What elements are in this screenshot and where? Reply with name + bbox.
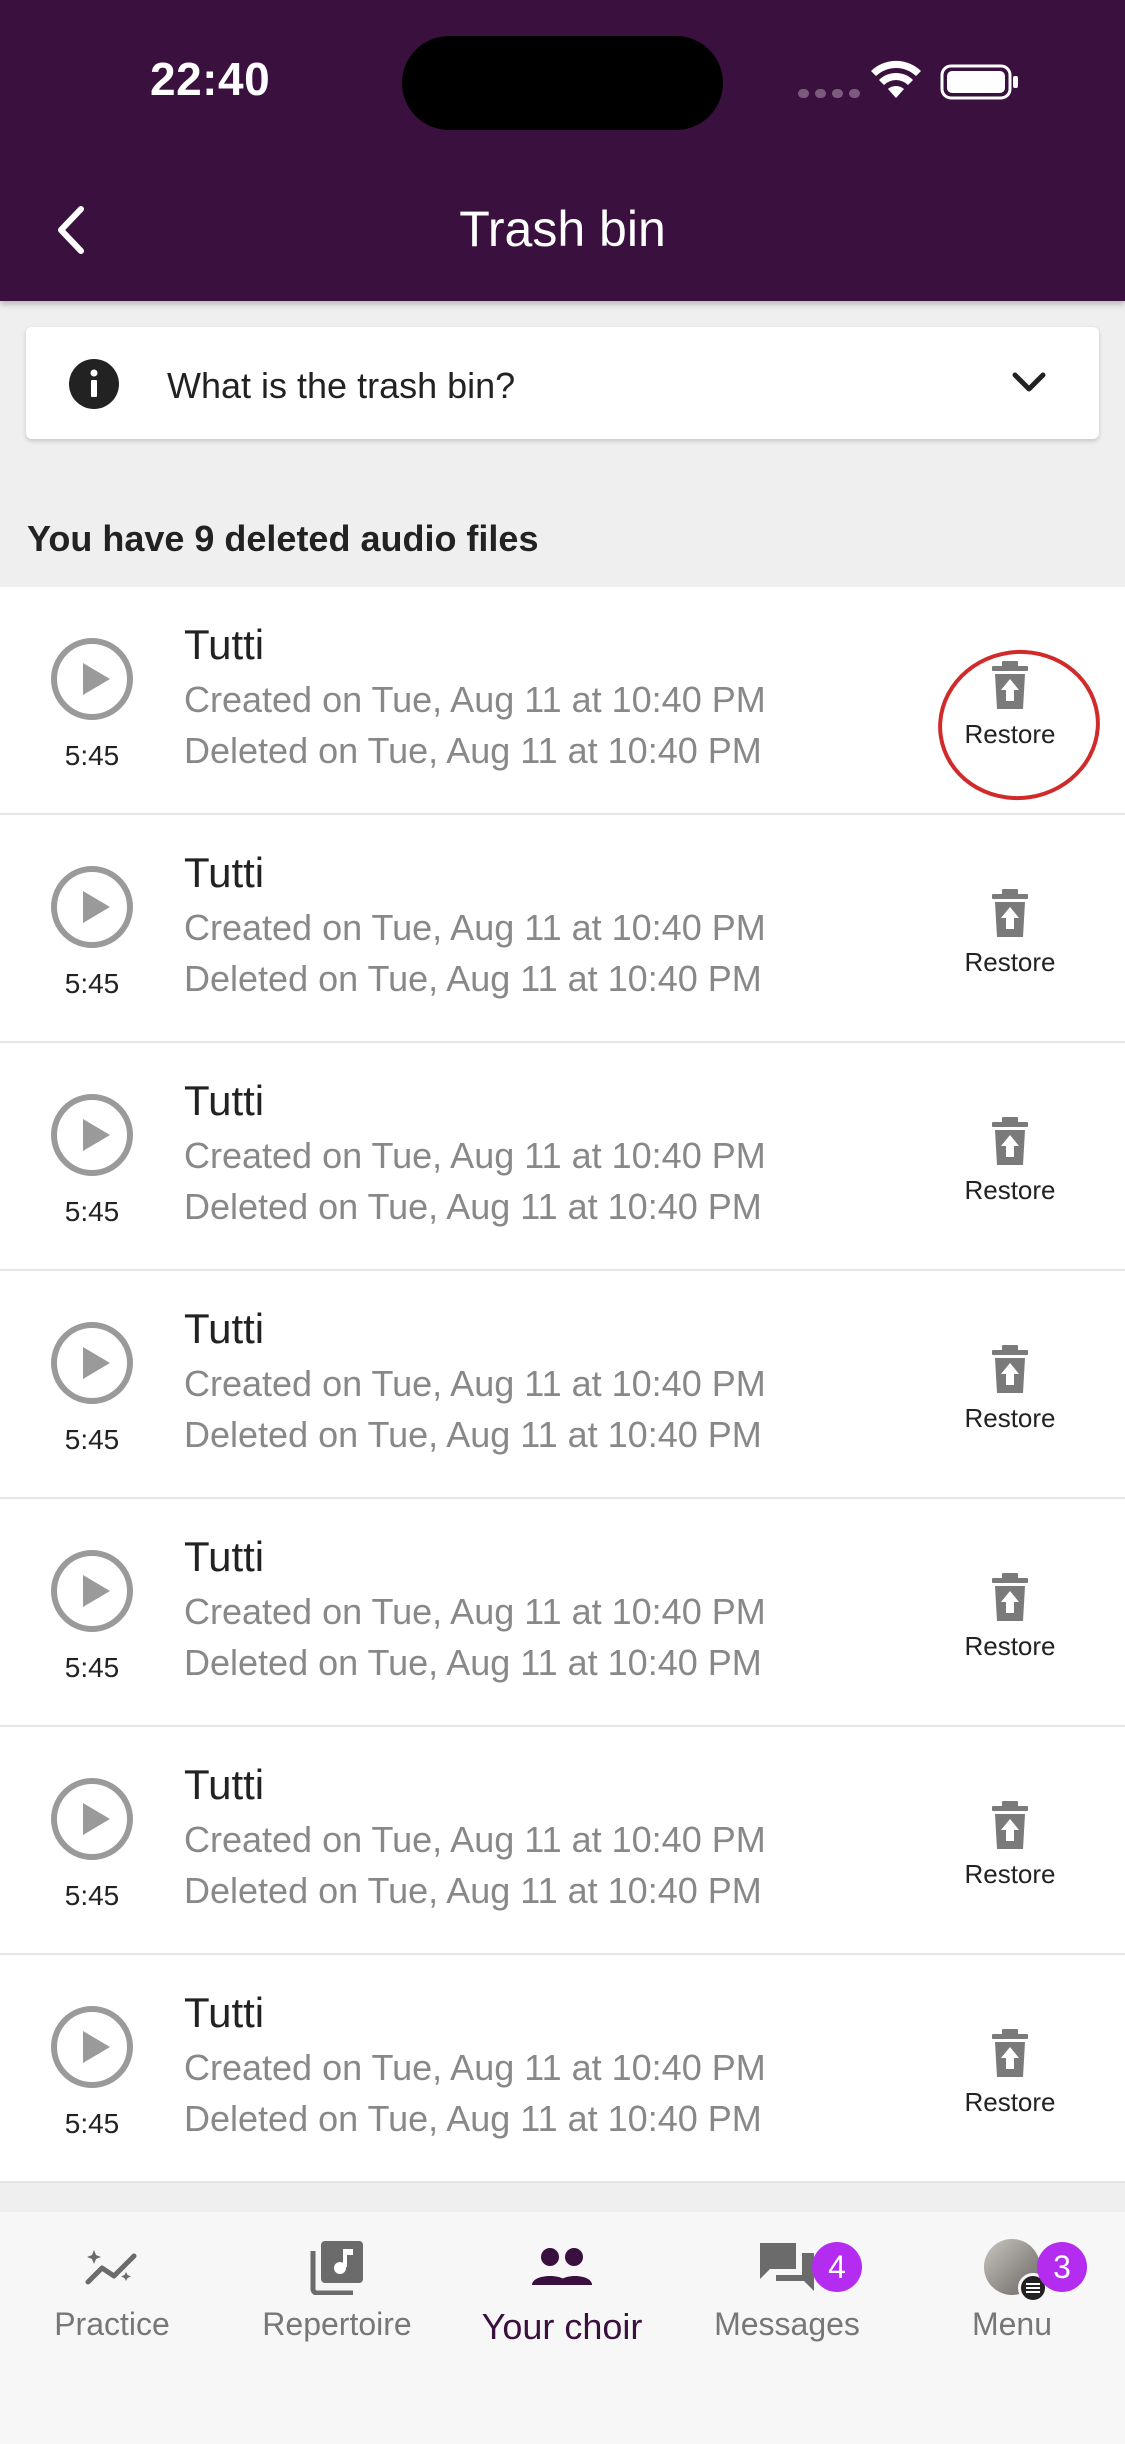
- deleted-date: Deleted on Tue, Aug 11 at 10:40 PM: [184, 2098, 762, 2139]
- restore-from-trash-icon: [992, 1573, 1028, 1621]
- deleted-date: Deleted on Tue, Aug 11 at 10:40 PM: [184, 958, 762, 999]
- file-title: Tutti: [184, 1533, 265, 1580]
- list-item: 5:45 Tutti Created on Tue, Aug 11 at 10:…: [0, 1043, 1125, 1271]
- chat-icon: [760, 2243, 814, 2291]
- restore-from-trash-icon: [992, 889, 1028, 937]
- play-icon[interactable]: [50, 637, 134, 721]
- list-item: 5:45 Tutti Created on Tue, Aug 11 at 10:…: [0, 1955, 1125, 2183]
- messages-badge: 4: [812, 2242, 862, 2292]
- duration: 5:45: [64, 2108, 120, 2139]
- duration: 5:45: [64, 968, 120, 999]
- file-title: Tutti: [184, 1305, 265, 1352]
- cellular-signal-icon: [798, 89, 860, 98]
- list-item: 5:45 Tutti Created on Tue, Aug 11 at 10:…: [0, 587, 1125, 815]
- play-icon[interactable]: [50, 1321, 134, 1405]
- nav-messages[interactable]: 4 Messages: [687, 2232, 887, 2343]
- restore-label: Restore: [964, 1403, 1056, 1433]
- info-icon: [69, 359, 119, 409]
- play-icon[interactable]: [50, 2005, 134, 2089]
- duration: 5:45: [64, 1880, 120, 1911]
- restore-button[interactable]: Restore: [950, 2027, 1070, 2127]
- file-title: Tutti: [184, 1077, 265, 1124]
- restore-label: Restore: [964, 947, 1056, 977]
- app-header: 22:40 Trash bin: [0, 0, 1125, 301]
- created-date: Created on Tue, Aug 11 at 10:40 PM: [184, 1591, 766, 1632]
- file-title: Tutti: [184, 849, 265, 896]
- nav-practice[interactable]: Practice: [12, 2232, 212, 2343]
- trend-sparkle-icon: [85, 2250, 137, 2285]
- deleted-count: You have 9 deleted audio files: [27, 518, 539, 559]
- duration: 5:45: [64, 740, 120, 771]
- nav-menu[interactable]: 3 Menu: [912, 2232, 1112, 2343]
- created-date: Created on Tue, Aug 11 at 10:40 PM: [184, 1135, 766, 1176]
- created-date: Created on Tue, Aug 11 at 10:40 PM: [184, 907, 766, 948]
- created-date: Created on Tue, Aug 11 at 10:40 PM: [184, 2047, 766, 2088]
- list-item: 5:45 Tutti Created on Tue, Aug 11 at 10:…: [0, 1727, 1125, 1955]
- restore-from-trash-icon: [992, 1801, 1028, 1849]
- restore-button[interactable]: Restore: [950, 659, 1070, 759]
- restore-button[interactable]: Restore: [950, 1115, 1070, 1215]
- deleted-date: Deleted on Tue, Aug 11 at 10:40 PM: [184, 1642, 762, 1683]
- list-item: 5:45 Tutti Created on Tue, Aug 11 at 10:…: [0, 1271, 1125, 1499]
- list-item: 5:45 Tutti Created on Tue, Aug 11 at 10:…: [0, 1499, 1125, 1727]
- status-time: 22:40: [150, 53, 271, 105]
- restore-from-trash-icon: [992, 2029, 1028, 2077]
- restore-from-trash-icon: [992, 661, 1028, 709]
- bottom-navigation: Practice Repertoire Your choir 4 Message…: [0, 2212, 1125, 2444]
- wifi-icon: [871, 60, 921, 98]
- play-icon[interactable]: [50, 1093, 134, 1177]
- duration: 5:45: [64, 1652, 120, 1683]
- deleted-date: Deleted on Tue, Aug 11 at 10:40 PM: [184, 1870, 762, 1911]
- restore-label: Restore: [964, 1859, 1056, 1889]
- dynamic-island: [402, 36, 723, 130]
- deleted-files-list: 5:45 Tutti Created on Tue, Aug 11 at 10:…: [0, 587, 1125, 2183]
- play-icon[interactable]: [50, 865, 134, 949]
- list-item: 5:45 Tutti Created on Tue, Aug 11 at 10:…: [0, 815, 1125, 1043]
- restore-button[interactable]: Restore: [950, 1799, 1070, 1899]
- trash-info-question: What is the trash bin?: [167, 365, 516, 406]
- nav-repertoire[interactable]: Repertoire: [237, 2232, 437, 2343]
- music-library-icon: [310, 2241, 363, 2295]
- nav-your-choir[interactable]: Your choir: [462, 2232, 662, 2348]
- page-title: Trash bin: [459, 201, 666, 257]
- deleted-date: Deleted on Tue, Aug 11 at 10:40 PM: [184, 730, 762, 771]
- restore-button[interactable]: Restore: [950, 1571, 1070, 1671]
- restore-button[interactable]: Restore: [950, 887, 1070, 987]
- restore-label: Restore: [964, 1631, 1056, 1661]
- restore-label: Restore: [964, 719, 1056, 749]
- restore-from-trash-icon: [992, 1117, 1028, 1165]
- duration: 5:45: [64, 1196, 120, 1227]
- file-title: Tutti: [184, 1989, 265, 2036]
- restore-label: Restore: [964, 1175, 1056, 1205]
- people-icon: [532, 2248, 592, 2285]
- created-date: Created on Tue, Aug 11 at 10:40 PM: [184, 679, 766, 720]
- trash-info-accordion[interactable]: What is the trash bin?: [26, 327, 1099, 439]
- file-title: Tutti: [184, 621, 265, 668]
- play-icon[interactable]: [50, 1777, 134, 1861]
- avatar: [984, 2239, 1048, 2303]
- menu-badge: 3: [1037, 2242, 1087, 2292]
- restore-button[interactable]: Restore: [950, 1343, 1070, 1443]
- battery-icon: [940, 64, 1018, 100]
- created-date: Created on Tue, Aug 11 at 10:40 PM: [184, 1819, 766, 1860]
- chevron-down-icon: [1012, 372, 1046, 392]
- duration: 5:45: [64, 1424, 120, 1455]
- restore-label: Restore: [964, 2087, 1056, 2117]
- restore-from-trash-icon: [992, 1345, 1028, 1393]
- file-title: Tutti: [184, 1761, 265, 1808]
- play-icon[interactable]: [50, 1549, 134, 1633]
- deleted-date: Deleted on Tue, Aug 11 at 10:40 PM: [184, 1414, 762, 1455]
- created-date: Created on Tue, Aug 11 at 10:40 PM: [184, 1363, 766, 1404]
- deleted-date: Deleted on Tue, Aug 11 at 10:40 PM: [184, 1186, 762, 1227]
